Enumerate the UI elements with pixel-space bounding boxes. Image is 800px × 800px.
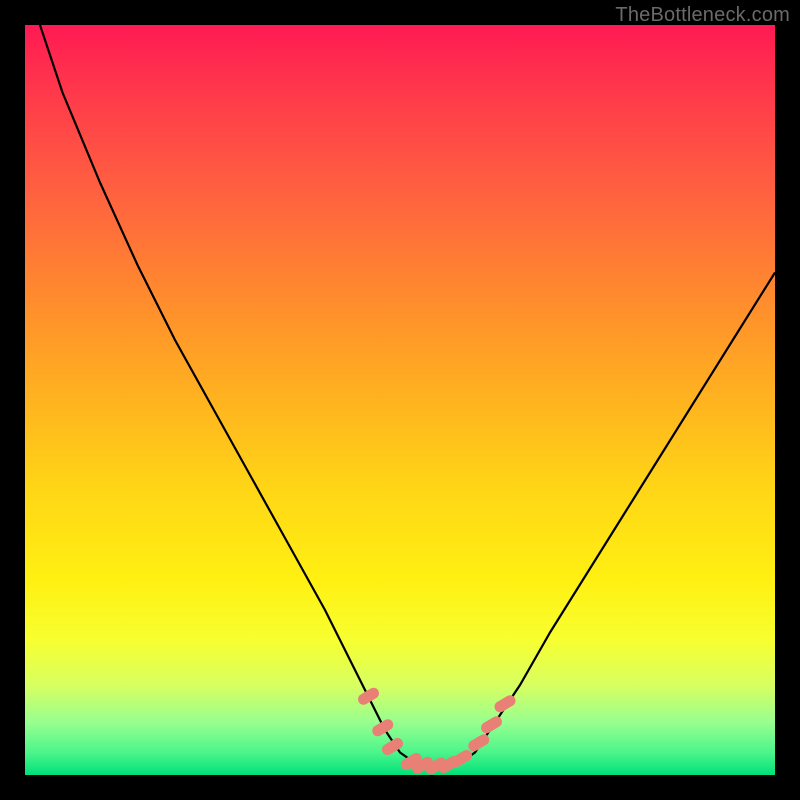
attribution-label: TheBottleneck.com — [615, 4, 790, 27]
chart-svg — [25, 25, 775, 775]
chart-frame: TheBottleneck.com — [0, 0, 800, 800]
curve-markers — [364, 693, 511, 769]
marker-right-upper — [500, 701, 510, 707]
marker-left-mid — [378, 725, 388, 731]
marker-left-upper — [364, 693, 374, 699]
bottleneck-curve — [40, 25, 775, 766]
plot-area — [25, 25, 775, 775]
marker-right-lower — [474, 740, 484, 746]
marker-left-lower — [388, 744, 398, 750]
marker-right-mid — [487, 722, 497, 728]
marker-trough-5 — [457, 756, 467, 762]
